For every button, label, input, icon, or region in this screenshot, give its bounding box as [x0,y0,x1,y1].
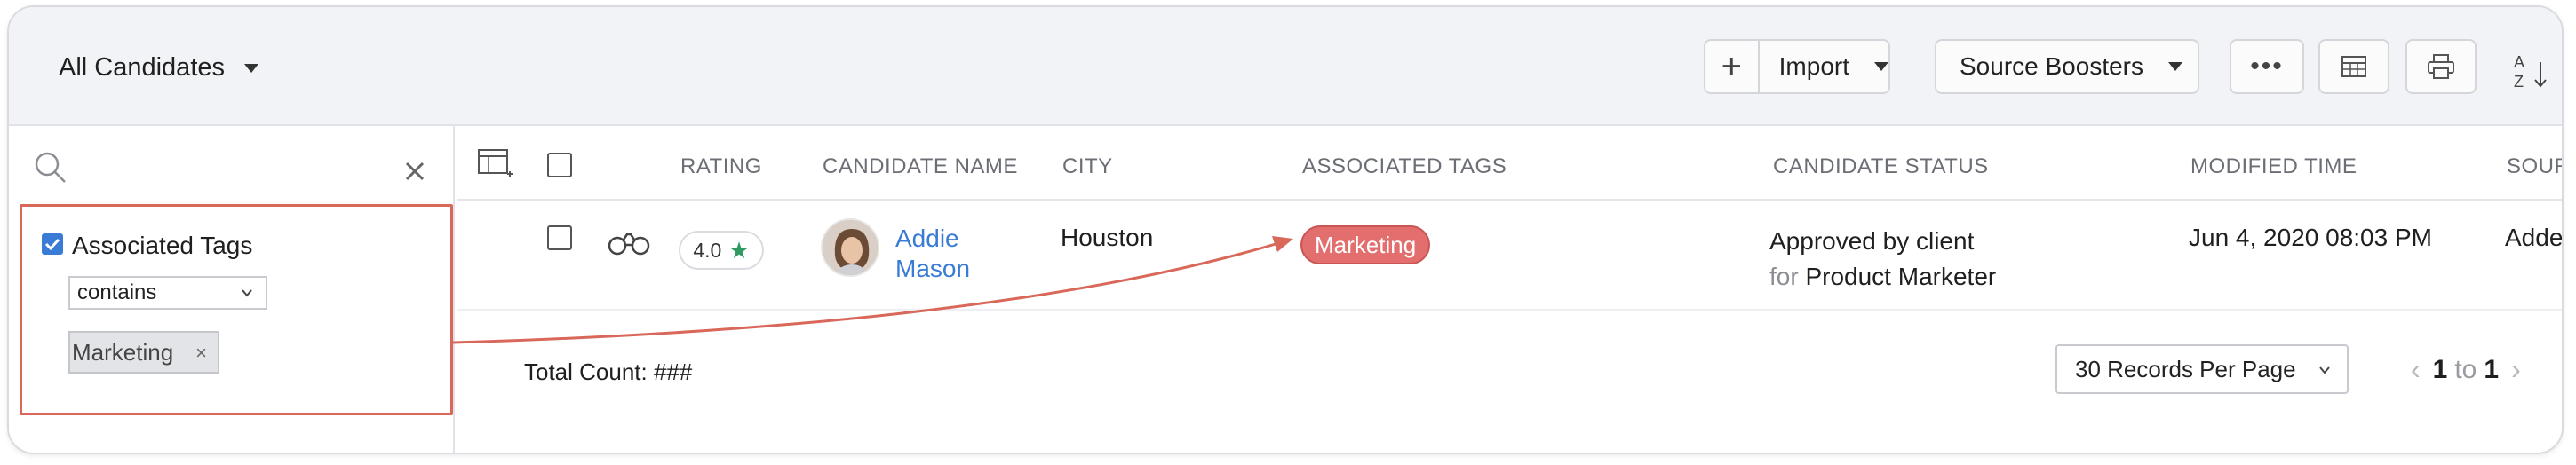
status-role: Product Marketer [1805,263,1997,290]
filter-search-input[interactable] [80,149,346,185]
sort-az-icon: A Z [2514,53,2547,91]
sort-az-button[interactable]: A Z [2510,50,2555,94]
rating-badge: 4.0 ★ [679,231,764,270]
associated-tag-badge[interactable]: Marketing [1300,225,1431,264]
header-modified-time[interactable]: MODIFIED TIME [2190,154,2357,179]
header-candidate-name[interactable]: CANDIDATE NAME [823,154,1018,179]
app-window: All Candidates + Import Source Boosters … [7,5,2564,454]
chevron-down-icon [2319,366,2330,374]
source-boosters-label: Source Boosters [1960,52,2143,80]
header-associated-tags[interactable]: ASSOCIATED TAGS [1302,154,1507,179]
status-value: Approved by client [1769,227,1975,255]
table-view-button[interactable] [2318,39,2389,94]
source-value: Added [2505,224,2564,251]
filter-label: Associated Tags [72,232,253,259]
header-source[interactable]: SOURC [2507,154,2562,179]
view-label: All Candidates [59,53,225,82]
header-city[interactable]: CITY [1062,154,1113,179]
city-value: Houston [1061,224,1154,251]
svg-text:Z: Z [2514,73,2524,91]
caret-down-icon [2168,62,2182,71]
tag-value-chip: Marketing × [68,331,219,374]
column-settings-icon[interactable] [478,149,513,179]
view-selector[interactable]: All Candidates [59,53,258,83]
top-toolbar: All Candidates + Import Source Boosters … [9,7,2562,126]
select-all-checkbox[interactable] [547,153,572,177]
page-from: 1 [2432,354,2448,384]
add-import-split-button: + Import [1704,39,1890,94]
operator-value: contains [77,280,157,304]
rating-value: 4.0 [693,238,722,262]
filter-checkbox[interactable] [42,233,63,255]
avatar [821,218,879,277]
header-candidate-status[interactable]: CANDIDATE STATUS [1773,154,1989,179]
svg-text:A: A [2514,53,2524,71]
filter-sidebar: Associated Tags contains Marketing × [9,126,455,453]
candidate-name-link[interactable]: Addie Mason [895,224,993,284]
more-options-button[interactable]: ••• [2230,39,2304,94]
avatar-photo [823,220,878,275]
import-button[interactable]: Import [1760,52,1849,81]
records-per-page-value: 30 Records Per Page [2075,355,2296,382]
page-to: 1 [2484,354,2500,384]
table-header-row: RATING CANDIDATE NAME CITY ASSOCIATED TA… [457,126,2562,201]
operator-select[interactable]: contains [68,276,267,310]
caret-down-icon [244,63,258,73]
add-button[interactable]: + [1705,41,1760,92]
associated-tags-filter: Associated Tags contains Marketing × [20,204,453,415]
binoculars-icon[interactable] [608,232,650,256]
candidate-status: Approved by client for Product Marketer [1769,224,1996,295]
page-to-word: to [2454,354,2477,384]
status-for-label: for [1769,263,1799,290]
candidates-table: RATING CANDIDATE NAME CITY ASSOCIATED TA… [457,126,2564,453]
table-row[interactable]: 4.0 ★ Addie Mason Houston Marketing Appr… [457,202,2564,311]
pagination: ‹ 1 to 1 › [2411,353,2521,386]
candidate-last-name: Mason [895,255,971,282]
source-boosters-button[interactable]: Source Boosters [1935,39,2199,94]
print-icon [2428,54,2454,79]
search-icon [35,152,66,183]
modified-time-value: Jun 4, 2020 08:03 PM [2189,224,2432,251]
more-icon: ••• [2250,51,2284,81]
chevron-down-icon [242,289,252,297]
remove-tag-icon[interactable]: × [195,342,207,365]
next-page-icon[interactable]: › [2511,353,2521,386]
row-checkbox[interactable] [547,225,572,250]
checkmark-icon [44,238,60,251]
star-icon: ★ [728,236,750,264]
import-dropdown-icon[interactable] [1874,62,1888,71]
tag-value-label: Marketing [72,338,174,366]
records-per-page-select[interactable]: 30 Records Per Page [2055,344,2349,394]
close-icon[interactable] [405,162,425,181]
candidate-first-name: Addie [895,225,959,252]
prev-page-icon[interactable]: ‹ [2411,353,2421,386]
table-icon [2341,56,2366,77]
header-rating[interactable]: RATING [680,154,762,179]
print-button[interactable] [2405,39,2477,94]
total-count: Total Count: ### [524,359,693,385]
